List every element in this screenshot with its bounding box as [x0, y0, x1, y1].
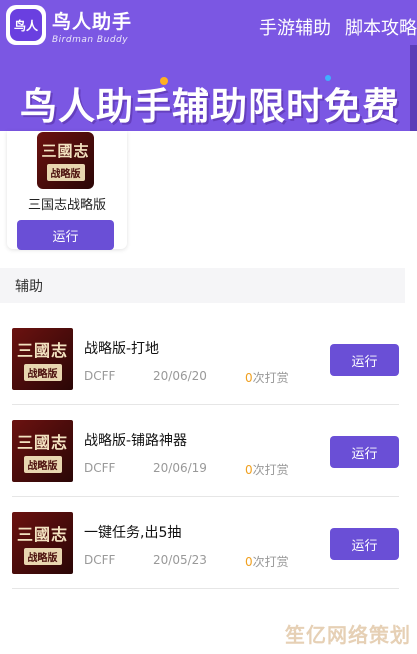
reward-label: 次打赏 [252, 555, 289, 569]
brand: 鸟人助手 Birdman Buddy [52, 7, 132, 45]
banner-dot-decoration [160, 77, 168, 85]
nav-item-script-guide[interactable]: 脚本攻略 [345, 14, 417, 40]
script-reward: 0次打赏 [245, 369, 289, 386]
script-date: 20/05/23 [153, 553, 207, 567]
game-icon: 三國志 战略版 [37, 132, 94, 189]
top-nav: 手游辅助 脚本攻略 [259, 14, 417, 40]
script-title: 战略版-打地 [84, 341, 160, 357]
promo-banner[interactable]: 鸟人助手辅助限时免费 [20, 76, 400, 130]
list-item[interactable]: 三國志 战略版 战略版-铺路神器 DCFF 20/06/19 0次打赏 运行 [12, 405, 399, 497]
script-title: 战略版-铺路神器 [84, 433, 188, 449]
app-header: 鸟人 鸟人助手 Birdman Buddy 手游辅助 脚本攻略 鸟人助手辅助限时… [0, 0, 417, 131]
featured-game-title: 三国志战略版 [27, 198, 106, 213]
run-button[interactable]: 运行 [17, 220, 114, 250]
run-button[interactable]: 运行 [330, 528, 399, 560]
reward-label: 次打赏 [252, 463, 289, 477]
run-button[interactable]: 运行 [330, 344, 399, 376]
list-item[interactable]: 三國志 战略版 战略版-打地 DCFF 20/06/20 0次打赏 运行 [12, 313, 399, 405]
script-reward: 0次打赏 [245, 553, 289, 570]
game-icon-title: 三國志 [16, 341, 68, 360]
script-list: 三國志 战略版 战略版-打地 DCFF 20/06/20 0次打赏 运行 三國志… [12, 313, 399, 589]
game-icon-title: 三國志 [41, 142, 90, 160]
banner-dot-decoration [325, 75, 331, 81]
game-icon: 三國志 战略版 [12, 512, 73, 574]
script-author: DCFF [84, 553, 116, 567]
script-title: 一键任务,出5抽 [84, 525, 182, 541]
script-author: DCFF [84, 369, 116, 383]
game-icon: 三國志 战略版 [12, 420, 73, 482]
game-icon-title: 三國志 [16, 525, 68, 544]
reward-count: 0 [245, 371, 253, 385]
game-icon-subtitle: 战略版 [23, 548, 62, 565]
watermark: 笙亿网络策划 [285, 623, 411, 647]
app-logo[interactable]: 鸟人 [6, 5, 46, 45]
run-button[interactable]: 运行 [330, 436, 399, 468]
reward-label: 次打赏 [252, 371, 289, 385]
reward-count: 0 [245, 463, 253, 477]
featured-game-card[interactable]: 三國志 战略版 三国志战略版 运行 [7, 131, 127, 250]
nav-item-game-assist[interactable]: 手游辅助 [259, 14, 331, 40]
side-scroll-strip [410, 45, 417, 131]
game-icon: 三國志 战略版 [12, 328, 73, 390]
script-author: DCFF [84, 461, 116, 475]
script-date: 20/06/20 [153, 369, 207, 383]
game-icon-subtitle: 战略版 [46, 164, 85, 181]
brand-tagline: Birdman Buddy [52, 35, 129, 45]
script-date: 20/06/19 [153, 461, 207, 475]
reward-count: 0 [245, 555, 253, 569]
brand-name: 鸟人助手 [52, 11, 133, 33]
logo-mark: 鸟人 [10, 9, 42, 41]
game-icon-title: 三國志 [16, 433, 68, 452]
game-icon-subtitle: 战略版 [23, 364, 62, 381]
list-item[interactable]: 三國志 战略版 一键任务,出5抽 DCFF 20/05/23 0次打赏 运行 [12, 497, 399, 589]
script-reward: 0次打赏 [245, 461, 289, 478]
game-icon-subtitle: 战略版 [23, 456, 62, 473]
section-title-assist: 辅助 [0, 268, 405, 303]
